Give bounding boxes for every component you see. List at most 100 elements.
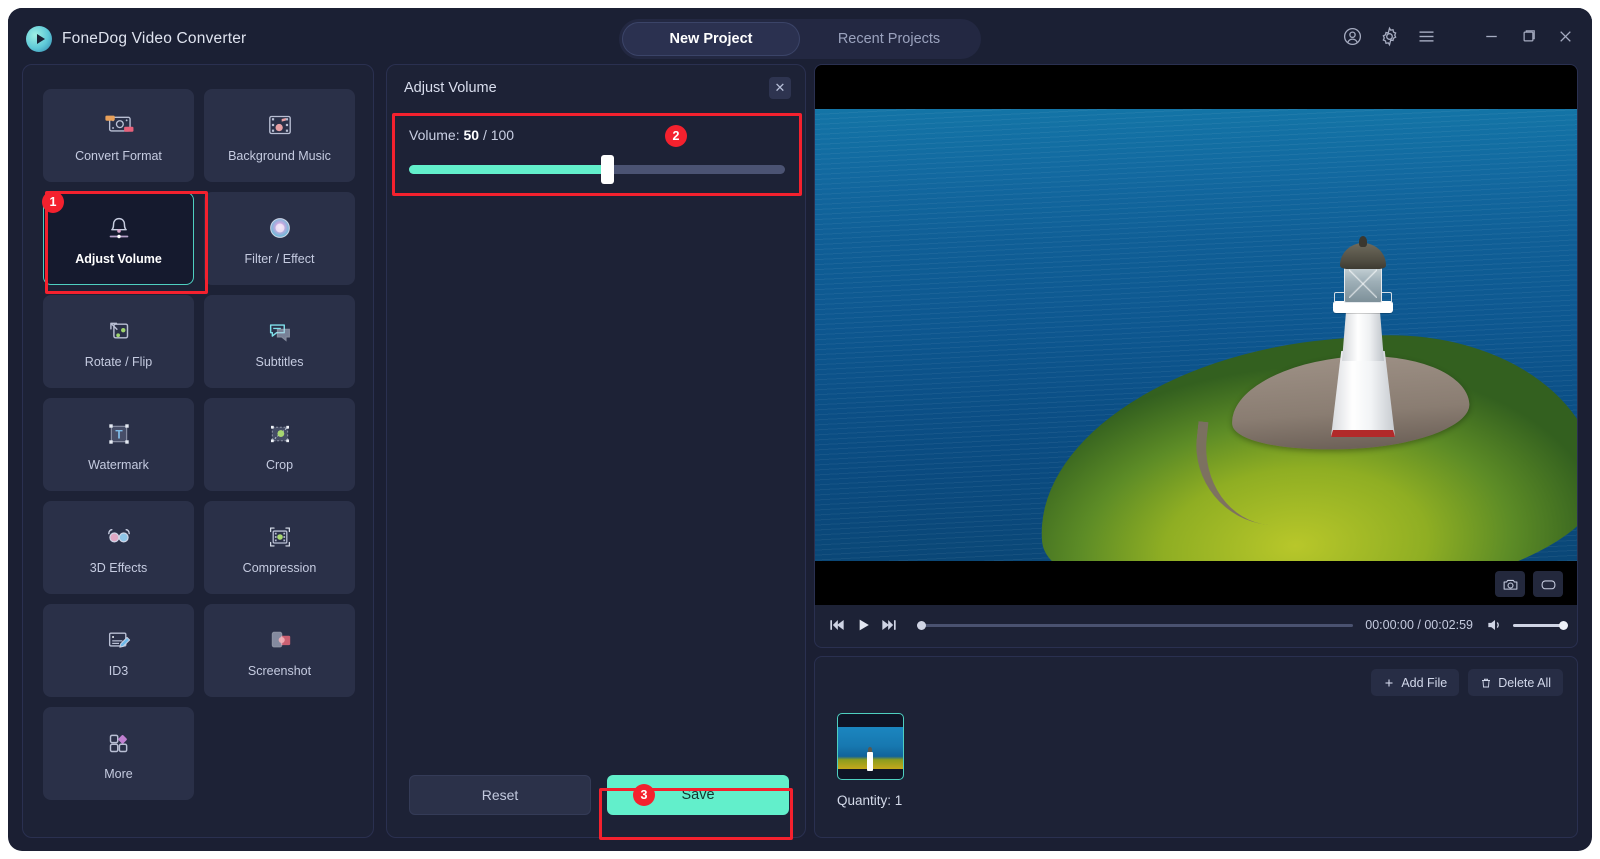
adjust-volume-icon (109, 217, 128, 239)
tool-label: Compression (242, 561, 317, 575)
gif-capture-button[interactable] (1533, 571, 1563, 597)
lighthouse-red-trim (1331, 430, 1395, 437)
tool-watermark[interactable]: T Watermark (43, 398, 194, 491)
preview-overlay-buttons (1495, 571, 1563, 597)
player-controls: 00:00:00 / 00:02:59 (815, 603, 1577, 647)
tool-rotate-flip[interactable]: Rotate / Flip (43, 295, 194, 388)
next-frame-button[interactable] (879, 615, 899, 635)
maximize-icon[interactable] (1518, 26, 1539, 47)
rotate-flip-icon (109, 322, 128, 339)
close-icon[interactable] (1555, 26, 1576, 47)
tool-label: Subtitles (255, 355, 304, 369)
snapshot-camera-button[interactable] (1495, 571, 1525, 597)
file-actions: Add File Delete All (1371, 669, 1563, 696)
lighthouse-base (1331, 351, 1395, 437)
background-music-icon (268, 115, 291, 135)
account-icon[interactable] (1342, 26, 1363, 47)
convert-format-icon (104, 115, 133, 132)
player-volume-bar[interactable] (1513, 620, 1568, 630)
tool-convert-format[interactable]: Convert Format (43, 89, 194, 182)
play-button[interactable] (853, 615, 873, 635)
tool-subtitles[interactable]: Subtitles (204, 295, 355, 388)
gear-icon[interactable] (1379, 26, 1400, 47)
tool-id3[interactable]: ID3 (43, 604, 194, 697)
tool-more[interactable]: More (43, 707, 194, 800)
app-title: FoneDog Video Converter (62, 30, 247, 47)
three-d-effects-icon (107, 529, 130, 543)
volume-slider-track[interactable] (409, 155, 785, 184)
volume-current: 50 (463, 127, 480, 143)
save-button-label: Save (681, 787, 715, 803)
lighthouse (1325, 236, 1401, 437)
tab-recent-projects[interactable]: Recent Projects (800, 22, 978, 56)
annotation-badge-3: 3 (633, 784, 655, 806)
delete-all-label: Delete All (1498, 675, 1551, 690)
tool-label: Background Music (228, 149, 331, 163)
quantity-label: Quantity: 1 (837, 793, 903, 808)
tool-label: Crop (265, 458, 294, 472)
save-button[interactable]: Save 3 (607, 775, 789, 815)
lighthouse-shaft (1342, 309, 1384, 361)
window-controls (1342, 26, 1576, 47)
compression-icon (269, 527, 290, 547)
crop-icon (270, 425, 289, 443)
player-volume-handle[interactable] (1559, 620, 1568, 630)
tool-compression[interactable]: Compression (204, 501, 355, 594)
menu-icon[interactable] (1416, 26, 1437, 47)
volume-slider-region: Volume: 50 / 100 2 (399, 115, 795, 195)
minimize-icon[interactable] (1481, 26, 1502, 47)
tool-screenshot[interactable]: Screenshot (204, 604, 355, 697)
tool-label: Watermark (88, 458, 149, 472)
panel-title: Adjust Volume (404, 80, 497, 96)
speaker-icon[interactable] (1485, 615, 1505, 635)
subtitles-icon (269, 324, 290, 342)
video-stage[interactable] (815, 65, 1577, 605)
tool-filter-effect[interactable]: Filter / Effect (204, 192, 355, 285)
video-player: 00:00:00 / 00:02:59 (814, 64, 1578, 648)
panel-footer: Reset Save 3 (409, 775, 789, 815)
id3-icon (108, 632, 130, 648)
add-file-button[interactable]: Add File (1371, 669, 1460, 696)
screenshot-icon (271, 631, 290, 648)
play-circle-logo-icon (26, 26, 52, 52)
seek-handle[interactable] (917, 620, 926, 630)
tool-label: ID3 (108, 664, 129, 678)
tool-label: Rotate / Flip (84, 355, 153, 369)
trash-icon (1482, 678, 1491, 687)
watermark-icon: T (108, 424, 129, 444)
file-thumbnail[interactable] (837, 713, 904, 780)
tool-3d-effects[interactable]: 3D Effects (43, 501, 194, 594)
thumbnail-image (838, 727, 903, 771)
tool-crop[interactable]: Crop (204, 398, 355, 491)
volume-suffix: / 100 (479, 127, 515, 143)
tool-label: 3D Effects (89, 561, 148, 575)
svg-text:T: T (115, 428, 123, 442)
project-tabs: New Project Recent Projects (619, 19, 981, 59)
delete-all-button[interactable]: Delete All (1468, 669, 1563, 696)
application-window: FoneDog Video Converter New Project Rece… (8, 8, 1592, 851)
time-display: 00:00:00 / 00:02:59 (1365, 618, 1473, 632)
tool-label: Convert Format (75, 149, 162, 163)
tab-new-project[interactable]: New Project (622, 22, 800, 56)
tool-background-music[interactable]: Background Music (204, 89, 355, 182)
tool-label: Screenshot (247, 664, 312, 678)
previous-frame-button[interactable] (827, 615, 847, 635)
reset-button[interactable]: Reset (409, 775, 591, 815)
add-file-label: Add File (1401, 675, 1448, 690)
annotation-badge-2: 2 (665, 125, 687, 147)
filter-effect-icon (269, 218, 290, 238)
brand: FoneDog Video Converter (26, 26, 246, 52)
panel-header: Adjust Volume ✕ (387, 65, 805, 111)
volume-prefix: Volume: (409, 127, 464, 143)
seek-bar[interactable] (917, 620, 1354, 630)
lighthouse-finial (1359, 236, 1367, 247)
tool-grid: Convert Format Background Music Adjust V… (42, 89, 355, 800)
file-list-panel: Add File Delete All Quantity: 1 (814, 656, 1578, 838)
close-panel-button[interactable]: ✕ (769, 77, 791, 99)
volume-slider-handle[interactable] (600, 155, 614, 184)
lighthouse-lantern (1344, 263, 1382, 303)
tool-adjust-volume[interactable]: Adjust Volume 1 (42, 191, 194, 285)
volume-value-label: Volume: 50 / 100 (409, 127, 514, 143)
effect-panel: Adjust Volume ✕ Volume: 50 / 100 2 Reset… (386, 64, 806, 840)
title-bar: FoneDog Video Converter New Project Rece… (8, 8, 1592, 70)
